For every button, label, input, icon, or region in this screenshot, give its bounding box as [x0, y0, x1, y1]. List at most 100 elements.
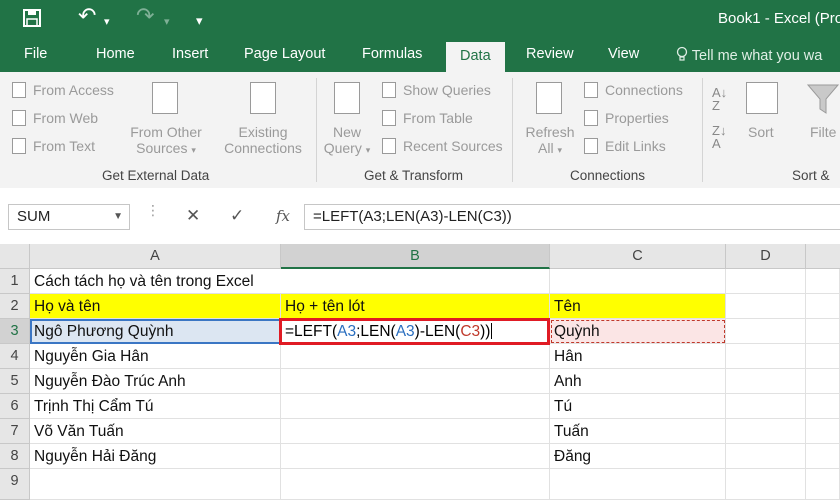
tab-file[interactable]: File: [24, 46, 47, 62]
tab-insert[interactable]: Insert: [172, 46, 208, 62]
undo-dropdown-icon[interactable]: ▾: [104, 11, 110, 33]
cell-b4[interactable]: [281, 344, 550, 369]
cell-b8[interactable]: [281, 444, 550, 469]
name-box[interactable]: SUM ▼: [8, 204, 130, 230]
tab-page-layout[interactable]: Page Layout: [244, 46, 325, 62]
row-header-8[interactable]: 8: [0, 444, 30, 469]
from-access-button[interactable]: From Access: [33, 82, 114, 98]
cell-e9[interactable]: [806, 469, 840, 500]
more-options-icon[interactable]: ⋮: [146, 202, 160, 219]
cell-b5[interactable]: [281, 369, 550, 394]
cell-b7[interactable]: [281, 419, 550, 444]
tab-data[interactable]: Data: [446, 42, 505, 72]
cell-a9[interactable]: [30, 469, 281, 500]
cell-d9[interactable]: [726, 469, 806, 500]
existing-connections-button[interactable]: Existing Connections: [218, 124, 308, 156]
cell-c6[interactable]: Tú: [550, 394, 726, 419]
sort-button[interactable]: Sort: [748, 124, 774, 140]
cell-e4[interactable]: [806, 344, 840, 369]
cell-e8[interactable]: [806, 444, 840, 469]
refresh-all-button[interactable]: Refresh All ▾: [520, 124, 580, 158]
cell-d2[interactable]: [726, 294, 806, 319]
chevron-down-icon[interactable]: ▼: [113, 205, 123, 229]
cell-a4[interactable]: Nguyễn Gia Hân: [30, 344, 281, 369]
recent-sources-button[interactable]: Recent Sources: [403, 138, 503, 154]
cell-a7[interactable]: Võ Văn Tuấn: [30, 419, 281, 444]
cell-e1[interactable]: [806, 269, 840, 294]
save-icon[interactable]: [22, 8, 42, 33]
formula-input[interactable]: =LEFT(A3;LEN(A3)-LEN(C3)): [304, 204, 840, 230]
from-web-button[interactable]: From Web: [33, 110, 98, 126]
column-header-d[interactable]: D: [726, 244, 806, 269]
row-header-1[interactable]: 1: [0, 269, 30, 294]
cell-e6[interactable]: [806, 394, 840, 419]
undo-icon[interactable]: ↶: [78, 5, 96, 27]
cell-c5[interactable]: Anh: [550, 369, 726, 394]
cell-c3[interactable]: Quỳnh: [550, 319, 726, 344]
row-header-4[interactable]: 4: [0, 344, 30, 369]
row-header-5[interactable]: 5: [0, 369, 30, 394]
sort-az-icon[interactable]: A↓ Z: [712, 86, 727, 112]
row-header-3[interactable]: 3: [0, 319, 30, 344]
cell-c4[interactable]: Hân: [550, 344, 726, 369]
row-header-9[interactable]: 9: [0, 469, 30, 500]
cell-c7[interactable]: Tuấn: [550, 419, 726, 444]
tab-review[interactable]: Review: [526, 46, 574, 62]
cell-d1[interactable]: [726, 269, 806, 294]
from-other-sources-button[interactable]: From Other Sources ▾: [124, 124, 208, 158]
cell-c9[interactable]: [550, 469, 726, 500]
cell-c2[interactable]: Tên: [550, 294, 726, 319]
cell-b1[interactable]: [281, 269, 550, 294]
cancel-icon[interactable]: ✕: [186, 206, 200, 226]
cell-a8[interactable]: Nguyễn Hải Đăng: [30, 444, 281, 469]
edit-links-button[interactable]: Edit Links: [605, 138, 666, 154]
cell-d3[interactable]: [726, 319, 806, 344]
row-header-7[interactable]: 7: [0, 419, 30, 444]
column-header-c[interactable]: C: [550, 244, 726, 269]
connections-button[interactable]: Connections: [605, 82, 683, 98]
from-table-button[interactable]: From Table: [403, 110, 473, 126]
select-all-corner[interactable]: [0, 244, 30, 269]
cell-a1[interactable]: Cách tách họ và tên trong Excel: [30, 269, 281, 294]
cell-a3[interactable]: Ngô Phương Quỳnh: [30, 319, 281, 344]
column-header-e[interactable]: [806, 244, 840, 269]
cell-a6[interactable]: Trịnh Thị Cẩm Tú: [30, 394, 281, 419]
cell-e7[interactable]: [806, 419, 840, 444]
enter-icon[interactable]: ✓: [230, 206, 244, 226]
cell-b9[interactable]: [281, 469, 550, 500]
redo-dropdown-icon[interactable]: ▾: [164, 11, 170, 33]
cell-e3[interactable]: [806, 319, 840, 344]
cell-c1[interactable]: [550, 269, 726, 294]
cell-a2[interactable]: Họ và tên: [30, 294, 281, 319]
cell-d7[interactable]: [726, 419, 806, 444]
tab-home[interactable]: Home: [96, 46, 135, 62]
cell-e5[interactable]: [806, 369, 840, 394]
new-query-button[interactable]: New Query ▾: [320, 124, 374, 158]
cell-a5[interactable]: Nguyễn Đào Trúc Anh: [30, 369, 281, 394]
tell-me-box[interactable]: Tell me what you wa: [676, 46, 822, 64]
customize-quick-access-icon[interactable]: ▾: [196, 10, 203, 32]
insert-function-icon[interactable]: fx: [276, 207, 290, 225]
active-edit-cell-b3[interactable]: =LEFT(A3;LEN(A3)-LEN(C3)): [279, 318, 550, 345]
redo-icon[interactable]: ↷: [136, 5, 154, 27]
cell-d8[interactable]: [726, 444, 806, 469]
column-header-b[interactable]: B: [281, 244, 550, 269]
filter-button[interactable]: Filte: [810, 124, 836, 140]
sort-za-icon[interactable]: Z↓ A: [712, 124, 726, 150]
tab-formulas[interactable]: Formulas: [362, 46, 422, 62]
tab-view[interactable]: View: [608, 46, 639, 62]
properties-button[interactable]: Properties: [605, 110, 669, 126]
cell-d4[interactable]: [726, 344, 806, 369]
cell-d6[interactable]: [726, 394, 806, 419]
cell-d5[interactable]: [726, 369, 806, 394]
cell-b6[interactable]: [281, 394, 550, 419]
cell-e2[interactable]: [806, 294, 840, 319]
from-text-button[interactable]: From Text: [33, 138, 95, 154]
row-header-6[interactable]: 6: [0, 394, 30, 419]
column-header-a[interactable]: A: [30, 244, 281, 269]
row-header-2[interactable]: 2: [0, 294, 30, 319]
show-queries-button[interactable]: Show Queries: [403, 82, 491, 98]
cell-c8[interactable]: Đăng: [550, 444, 726, 469]
ribbon-tabs: File Home Insert Page Layout Formulas Da…: [0, 40, 840, 72]
cell-b2[interactable]: Họ + tên lót: [281, 294, 550, 319]
